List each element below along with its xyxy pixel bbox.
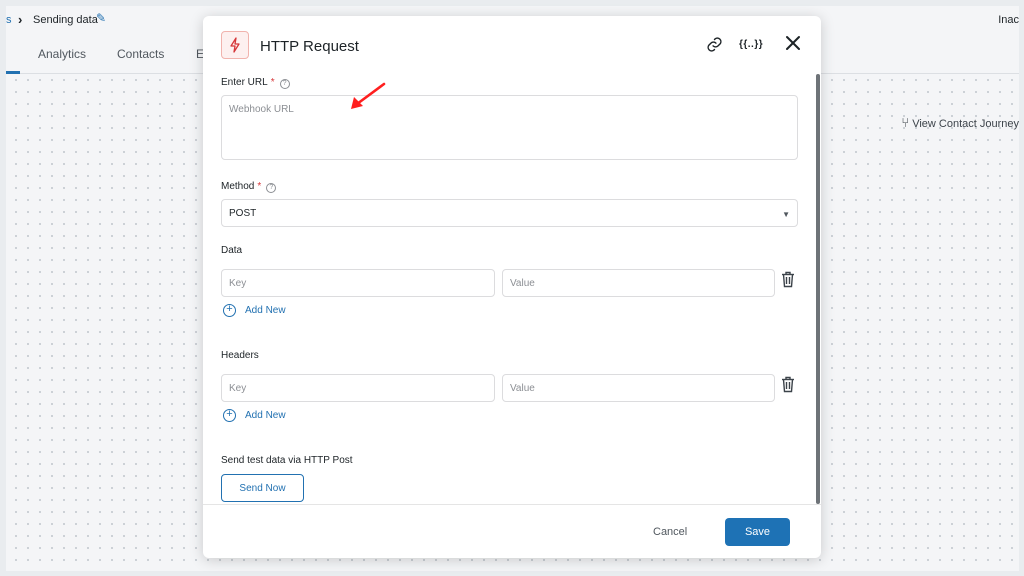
required-marker: * (257, 181, 262, 192)
trash-icon[interactable] (781, 376, 795, 398)
plus-circle-icon: + (223, 304, 236, 317)
method-select[interactable]: POST ▼ (221, 199, 798, 227)
close-icon[interactable] (785, 35, 801, 56)
header-value-input[interactable]: Value (502, 374, 775, 402)
webhook-url-input[interactable]: Webhook URL (221, 95, 798, 160)
http-request-modal: HTTP Request {{..}} Enter URL *? Webhook … (203, 16, 821, 558)
data-value-input[interactable]: Value (502, 269, 775, 297)
lightning-icon (221, 31, 249, 59)
help-icon[interactable]: ? (266, 183, 277, 193)
view-contact-journey-link[interactable]: ⑂ View Contact Journey (901, 115, 1019, 130)
pencil-icon[interactable]: ✎ (96, 11, 106, 25)
cancel-button[interactable]: Cancel (653, 526, 687, 538)
url-label: Enter URL *? (221, 77, 290, 89)
data-key-input[interactable]: Key (221, 269, 495, 297)
chevron-right-icon: › (18, 12, 23, 27)
test-section-label: Send test data via HTTP Post (221, 455, 353, 466)
help-icon[interactable]: ? (279, 79, 290, 89)
modal-header: HTTP Request {{..}} (203, 16, 821, 74)
automation-title: Sending data (33, 14, 98, 26)
data-section-label: Data (221, 245, 243, 256)
journey-link-label: View Contact Journey (912, 118, 1019, 130)
journey-fork-icon: ⑂ (901, 115, 910, 130)
link-icon[interactable] (706, 36, 723, 58)
headers-section-label: Headers (221, 350, 259, 361)
plus-circle-icon: + (223, 409, 236, 422)
caret-down-icon: ▼ (782, 210, 790, 219)
method-label: Method *? (221, 181, 277, 193)
url-label-text: Enter URL (221, 77, 268, 88)
modal-scrollbar[interactable] (816, 74, 820, 504)
breadcrumb-prev[interactable]: s (6, 14, 12, 26)
tab-analytics[interactable]: Analytics (38, 47, 86, 61)
merge-tags-icon[interactable]: {{..}} (739, 39, 763, 50)
send-now-button[interactable]: Send Now (221, 474, 304, 502)
modal-title: HTTP Request (260, 38, 359, 55)
status-label: Inac (998, 14, 1019, 26)
add-data-button[interactable]: + Add New (223, 304, 286, 317)
save-button[interactable]: Save (725, 518, 790, 546)
tab-contacts[interactable]: Contacts (117, 47, 164, 61)
header-key-input[interactable]: Key (221, 374, 495, 402)
trash-icon[interactable] (781, 271, 795, 293)
annotation-arrow-icon (351, 82, 386, 109)
method-value: POST (229, 207, 257, 219)
add-data-label: Add New (245, 305, 286, 316)
add-header-button[interactable]: + Add New (223, 409, 286, 422)
required-marker: * (270, 77, 275, 88)
method-label-text: Method (221, 181, 255, 192)
modal-footer: Cancel Save (203, 504, 821, 558)
add-header-label: Add New (245, 410, 286, 421)
active-tab-indicator (6, 71, 20, 74)
